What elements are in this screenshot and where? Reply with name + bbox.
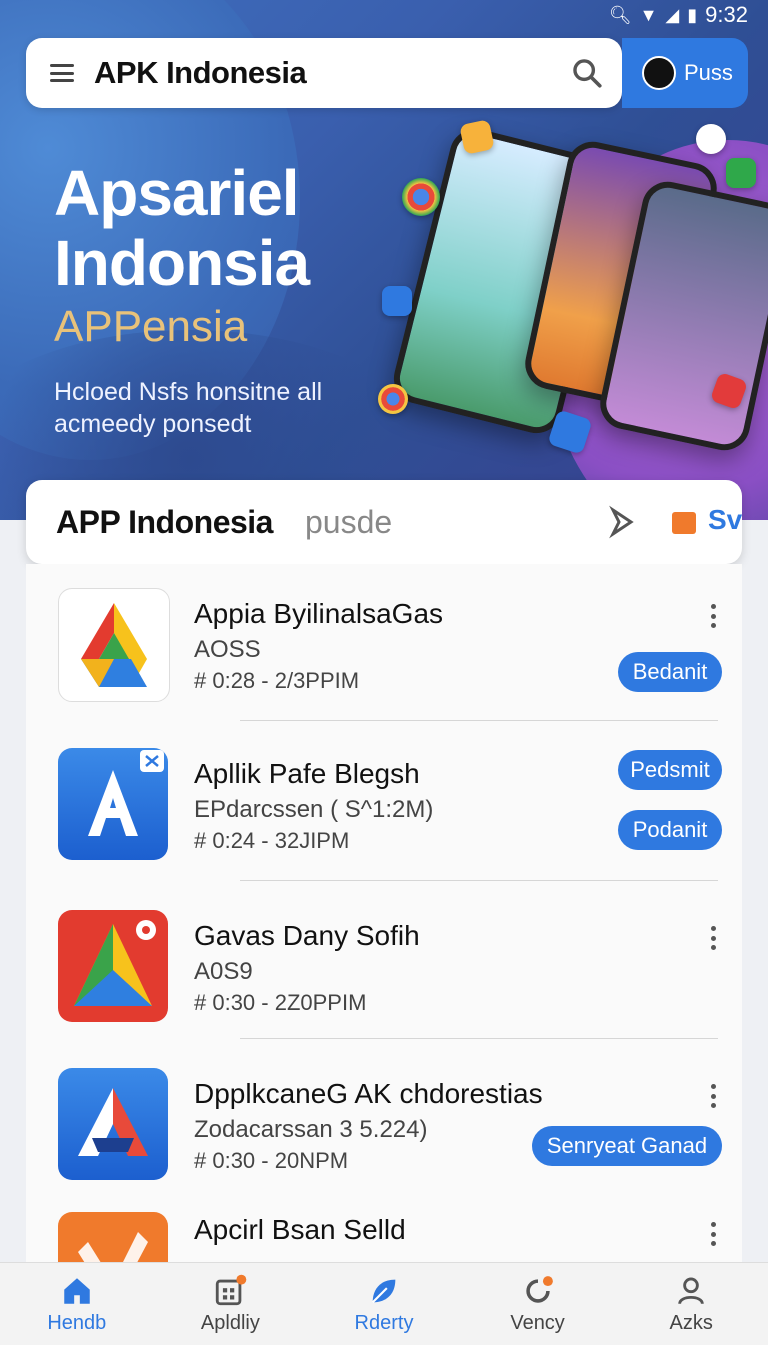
nav-item-vency[interactable]: Vency bbox=[461, 1263, 615, 1345]
chrome-icon bbox=[402, 178, 440, 216]
refresh-icon bbox=[525, 1275, 553, 1303]
app-float-icon bbox=[726, 158, 756, 188]
more-options-icon[interactable] bbox=[710, 1222, 716, 1246]
nav-label: Azks bbox=[669, 1311, 713, 1334]
divider bbox=[240, 720, 718, 721]
signal-icon: ◢ bbox=[665, 4, 680, 25]
tab-app-indonesia[interactable]: APP Indonesia bbox=[56, 504, 273, 541]
drive-app-icon bbox=[58, 588, 170, 702]
nav-item-home[interactable]: Hendb bbox=[0, 1263, 154, 1345]
app-name: Appia ByilinalsaGas bbox=[194, 598, 444, 629]
app-time: # 0:24 - 32JIPM bbox=[194, 828, 350, 853]
tab-secondary[interactable]: pusde bbox=[305, 504, 392, 541]
home-icon bbox=[64, 1277, 90, 1304]
calendar-icon bbox=[216, 1274, 247, 1305]
app-action-button[interactable]: Bedanit bbox=[618, 652, 722, 692]
wifi-icon: ▼ bbox=[639, 4, 658, 25]
hero-title: Apsariel Indonsia bbox=[54, 157, 310, 299]
profile-button[interactable]: Puss bbox=[622, 38, 748, 108]
app-float-icon bbox=[696, 124, 726, 154]
search-icon[interactable] bbox=[570, 56, 604, 90]
more-options-icon[interactable] bbox=[710, 926, 716, 950]
list-item[interactable]: DpplkcaneG AK chdorestias Zodacarssan 3 … bbox=[26, 1048, 742, 1198]
colorful-app-icon bbox=[58, 910, 168, 1022]
list-item[interactable]: Apllik Pafe Blegsh EPdarcssen ( S^1:2M) … bbox=[26, 728, 742, 878]
search-status-icon: 🔍︎ bbox=[608, 4, 632, 25]
app-action-button[interactable]: Senryeat Ganad bbox=[532, 1126, 722, 1166]
hero-subtitle: APPensia bbox=[54, 302, 248, 351]
app-time: # 0:30 - 2Z0PPIM bbox=[194, 990, 367, 1015]
flag-icon bbox=[672, 512, 696, 534]
nav-item-apps[interactable]: Apldliy bbox=[154, 1263, 308, 1345]
top-app-bar: APK Indonesia bbox=[26, 38, 622, 108]
app-subtitle: A0S9 bbox=[194, 958, 253, 985]
hero-description-line: Hcloed Nsfs honsitne all bbox=[54, 378, 323, 406]
appstore-app-icon bbox=[58, 748, 168, 860]
avatar bbox=[642, 56, 676, 90]
app-subtitle: AOSS bbox=[194, 636, 261, 663]
profile-label: Puss bbox=[684, 60, 733, 85]
list-item[interactable]: Gavas Dany Sofih A0S9 # 0:30 - 2Z0PPIM bbox=[26, 890, 742, 1040]
nav-item-azks[interactable]: Azks bbox=[614, 1263, 768, 1345]
app-time: # 0:28 - 2/3PPIM bbox=[194, 668, 360, 693]
battery-icon: ▮ bbox=[687, 4, 698, 25]
app-title: APK Indonesia bbox=[94, 55, 307, 90]
hero-description-line: acmeedy ponsedt bbox=[54, 410, 252, 438]
share-icon[interactable] bbox=[604, 504, 640, 540]
nav-label: Apldliy bbox=[200, 1311, 260, 1334]
app-float-icon bbox=[382, 286, 412, 316]
list-item[interactable]: Appia ByilinalsaGas AOSS # 0:28 - 2/3PPI… bbox=[26, 568, 742, 718]
nav-item-rderty[interactable]: Rderty bbox=[307, 1263, 461, 1345]
more-options-icon[interactable] bbox=[710, 1084, 716, 1108]
list-item[interactable]: Apcirl Bsan Selld bbox=[26, 1198, 742, 1264]
section-header-bar: APP Indonesia pusde Sv bbox=[26, 480, 742, 564]
nav-label: Rderty bbox=[354, 1311, 414, 1334]
bottom-navigation: Hendb Apldliy Rderty Vency Azks bbox=[0, 1262, 768, 1345]
app-action-button[interactable]: Pedsmit bbox=[618, 750, 722, 790]
menu-icon[interactable] bbox=[50, 64, 74, 82]
user-icon bbox=[678, 1277, 704, 1304]
leaf-icon bbox=[371, 1279, 396, 1303]
app-name: Apcirl Bsan Selld bbox=[194, 1214, 406, 1245]
appstore-app-icon bbox=[58, 1068, 168, 1180]
app-subtitle: Zodacarssan 3 5.224) bbox=[194, 1116, 428, 1143]
nav-label: Vency bbox=[510, 1311, 565, 1334]
sv-label[interactable]: Sv bbox=[708, 504, 742, 536]
more-options-icon[interactable] bbox=[710, 604, 716, 628]
app-icon bbox=[58, 1212, 168, 1264]
hero-title-line: Indonsia bbox=[54, 227, 310, 299]
divider bbox=[240, 880, 718, 881]
app-time: # 0:30 - 20NPM bbox=[194, 1148, 349, 1173]
app-name: Apllik Pafe Blegsh bbox=[194, 758, 420, 789]
app-list: Appia ByilinalsaGas AOSS # 0:28 - 2/3PPI… bbox=[26, 564, 742, 1264]
app-action-button[interactable]: Podanit bbox=[618, 810, 722, 850]
app-name: DpplkcaneG AK chdorestias bbox=[194, 1078, 543, 1109]
app-name: Gavas Dany Sofih bbox=[194, 920, 420, 951]
hero-title-line: Apsariel bbox=[54, 157, 300, 229]
status-time: 9:32 bbox=[705, 2, 748, 27]
divider bbox=[240, 1038, 718, 1039]
app-subtitle: EPdarcssen ( S^1:2M) bbox=[194, 796, 434, 823]
hero-description: Hcloed Nsfs honsitne all acmeedy ponsedt bbox=[54, 376, 354, 440]
chrome-icon bbox=[378, 384, 408, 414]
nav-label: Hendb bbox=[47, 1311, 107, 1334]
status-bar: 🔍︎ ▼ ◢ ▮ 9:32 bbox=[609, 0, 748, 30]
